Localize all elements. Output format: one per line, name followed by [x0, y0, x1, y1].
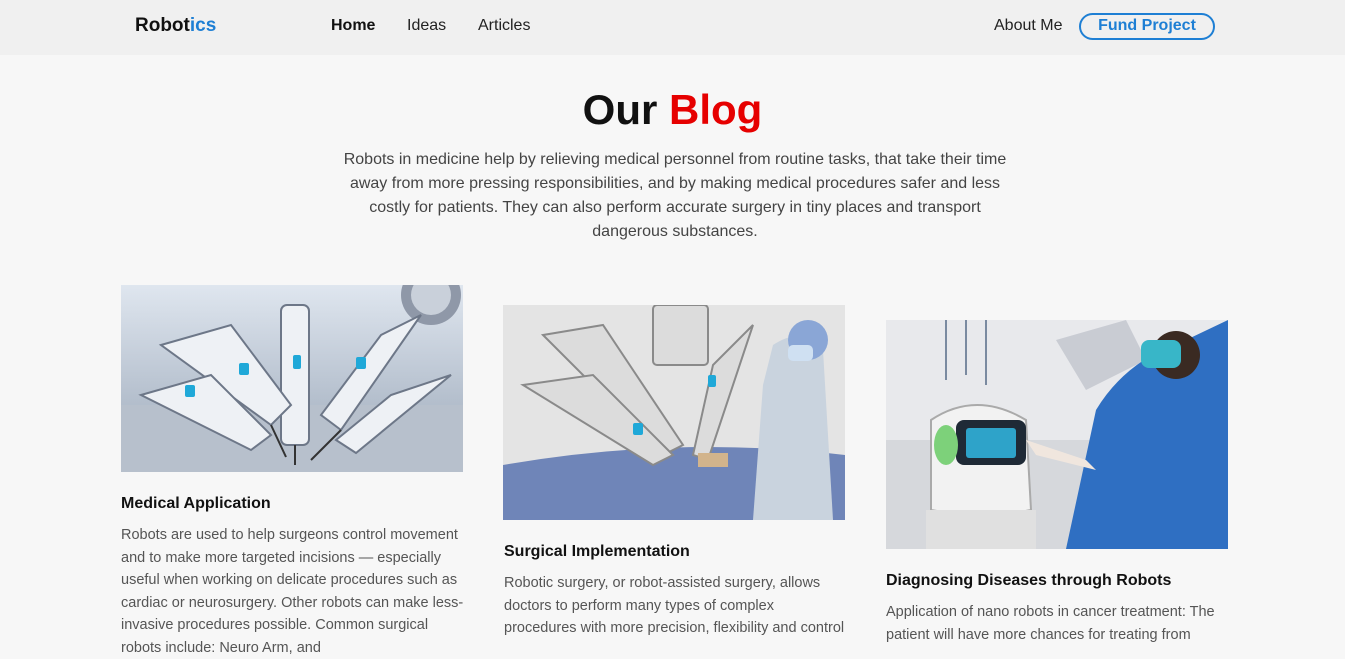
page-title: Our Blog	[0, 86, 1345, 134]
logo-main: Robot	[135, 15, 190, 36]
diagnostic-robot-image[interactable]	[886, 320, 1228, 549]
navbar: Robotics Home Ideas Articles About Me Fu…	[0, 0, 1345, 55]
nav-link-home[interactable]: Home	[331, 17, 375, 35]
card-text-surgical-implementation: Robotic surgery, or robot-assisted surge…	[504, 575, 845, 636]
robotic-surgery-image[interactable]	[503, 305, 845, 520]
site-logo[interactable]: Robotics	[135, 15, 216, 37]
card-text-diagnosing-diseases: Application of nano robots in cancer tre…	[886, 604, 1215, 643]
nav-link-articles[interactable]: Articles	[478, 17, 530, 35]
card-title-medical-application[interactable]: Medical Application	[121, 495, 271, 513]
nav-link-ideas[interactable]: Ideas	[407, 17, 446, 35]
card-title-diagnosing-diseases[interactable]: Diagnosing Diseases through Robots	[886, 572, 1171, 590]
card-title-surgical-implementation[interactable]: Surgical Implementation	[504, 543, 690, 561]
card-text-medical-application: Robots are used to help surgeons control…	[121, 527, 464, 656]
fund-project-button[interactable]: Fund Project	[1079, 13, 1215, 40]
surgical-robot-arms-image[interactable]	[121, 285, 463, 472]
nav-link-about[interactable]: About Me	[994, 17, 1062, 35]
title-accent: Blog	[669, 86, 763, 133]
title-plain: Our	[582, 86, 658, 133]
logo-accent: ics	[189, 15, 217, 36]
hero-description: Robots in medicine help by relieving med…	[343, 151, 1007, 240]
